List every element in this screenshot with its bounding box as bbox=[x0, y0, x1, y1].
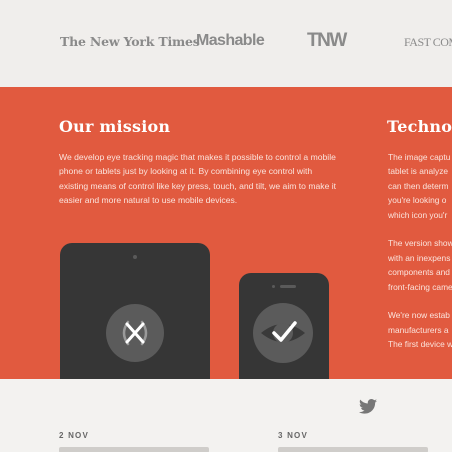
tech-line: you're looking o bbox=[388, 195, 447, 206]
tech-line: with an inexpens bbox=[388, 252, 451, 263]
news-date: 2 NOV bbox=[59, 431, 90, 440]
mission-title: Our mission bbox=[59, 117, 171, 136]
fastcompany-logo[interactable]: FAST COMPA bbox=[404, 35, 452, 50]
news-headline-peek[interactable] bbox=[278, 447, 428, 452]
tech-line: The version show bbox=[388, 238, 452, 249]
phone-camera bbox=[272, 285, 275, 288]
tech-line: manufacturers a bbox=[388, 324, 449, 335]
news-headline-peek[interactable] bbox=[59, 447, 209, 452]
press-logos: The New York Times Mashable TNW FAST COM… bbox=[0, 0, 452, 87]
nyt-logo[interactable]: The New York Times bbox=[60, 34, 200, 49]
tech-line: can then determ bbox=[388, 180, 449, 191]
tnw-logo[interactable]: TNW bbox=[307, 30, 347, 52]
mashable-logo[interactable]: Mashable bbox=[196, 32, 265, 50]
tech-line: which icon you'r bbox=[388, 209, 448, 220]
technology-title: Technol bbox=[387, 117, 452, 136]
tech-line: The first device w bbox=[388, 339, 452, 350]
tech-line: We're now estab bbox=[388, 310, 450, 321]
mission-text: We develop eye tracking magic that makes… bbox=[59, 152, 337, 206]
tablet-illustration bbox=[60, 243, 210, 379]
tech-line: tablet is analyze bbox=[388, 166, 449, 177]
twitter-icon[interactable] bbox=[359, 399, 377, 419]
tech-line: components and bbox=[388, 267, 450, 278]
phone-speaker bbox=[280, 285, 296, 288]
news-section: 2 NOV 3 NOV bbox=[0, 379, 452, 452]
checkmark-eye-icon bbox=[253, 303, 313, 363]
tablet-camera bbox=[133, 255, 137, 259]
tech-line: front-facing came bbox=[388, 281, 452, 292]
technology-text: The image captu tablet is analyze can th… bbox=[388, 150, 452, 366]
news-date: 3 NOV bbox=[278, 431, 309, 440]
x-mark-eye-icon bbox=[106, 304, 164, 362]
phone-illustration bbox=[239, 273, 329, 379]
mission-section: Our mission We develop eye tracking magi… bbox=[0, 87, 452, 379]
tech-line: The image captu bbox=[388, 152, 451, 162]
